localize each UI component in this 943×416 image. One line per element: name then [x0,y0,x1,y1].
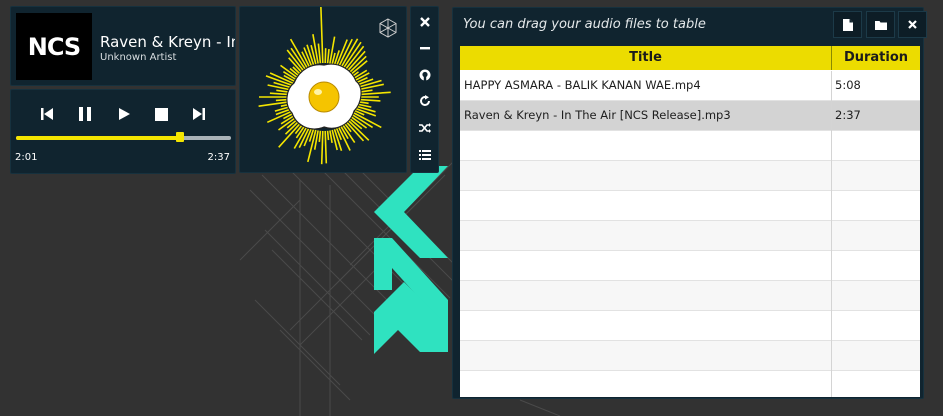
now-playing-panel: NCS Raven & Kreyn - In The Air [NCS Rele… [10,6,236,86]
visualizer-bar [324,48,327,64]
add-file-icon [842,18,853,31]
cell-duration: 5:08 [835,78,861,92]
drop-hint: You can drag your audio files to table [463,17,706,32]
visualizer-bar [317,43,322,64]
total-time: 2:37 [207,152,230,163]
clear-icon [908,20,917,29]
cell-duration [832,311,920,341]
cell-title [460,221,832,251]
add-folder-icon [874,20,887,30]
add-folder-button[interactable] [866,11,895,38]
empty-table-row [460,131,920,161]
album-art-text: NCS [27,32,81,61]
cell-title: Raven & Kreyn - In The Air [NCS Release]… [460,101,832,131]
visualizer-bar [324,130,328,164]
table-row[interactable]: Raven & Kreyn - In The Air [NCS Release]… [460,101,920,131]
cell-title: HAPPY ASMARA - BALIK KANAN WAE.mp4 [460,71,832,101]
column-header-title[interactable]: Title [460,46,832,70]
track-title: Raven & Kreyn - In The Air [NCS Release] [100,33,235,51]
empty-table-row [460,161,920,191]
clear-playlist-button[interactable] [898,11,927,38]
cell-title [460,131,832,161]
empty-table-row [460,251,920,281]
cell-duration [832,221,920,251]
hexagon-logo-icon [379,18,397,38]
side-toolbar [410,6,439,173]
next-button[interactable] [188,103,210,125]
cell-duration [832,251,920,281]
cell-title [460,281,832,311]
visualizer-bar [357,98,381,102]
empty-table-row [460,371,920,397]
visualizer-bar [318,130,322,142]
progress-fill [16,136,181,140]
audio-visualizer [258,7,397,165]
cell-title [460,251,832,281]
visualizer-bar [312,34,319,64]
github-button[interactable] [415,65,435,85]
next-icon [193,108,205,120]
playlist-panel: You can drag your audio files to table T… [452,7,927,399]
column-header-duration[interactable]: Duration [832,46,920,70]
cell-duration: 2:37 [835,108,861,122]
previous-button[interactable] [36,103,58,125]
cell-title [460,371,832,397]
repeat-button[interactable] [415,91,435,111]
visualizer-bar [326,49,330,64]
shuffle-button[interactable] [415,118,435,138]
playback-controls-panel: 2:01 2:37 [10,89,236,174]
visualizer-bar [346,121,365,142]
cell-duration [832,341,920,371]
minimize-icon [420,47,430,50]
fried-egg-image [286,63,362,130]
play-icon [119,108,130,120]
table-row[interactable]: HAPPY ASMARA - BALIK KANAN WAE.mp4 5:08 [460,71,920,101]
cell-title [460,161,832,191]
visualizer-bar [320,7,324,64]
current-time: 2:01 [15,152,38,163]
visualizer-panel [239,6,407,173]
playlist-toggle-button[interactable] [415,145,435,165]
playlist-table[interactable]: Title Duration HAPPY ASMARA - BALIK KANA… [460,46,920,397]
shuffle-icon [419,123,431,133]
cell-duration [832,191,920,221]
github-icon [419,69,431,81]
visualizer-bar [329,130,333,144]
visualizer-bar [357,91,391,96]
close-window-button[interactable] [415,12,435,32]
repeat-icon [420,95,430,106]
previous-icon [41,108,53,120]
stop-icon [154,107,168,121]
add-file-button[interactable] [833,11,862,38]
close-icon [420,17,430,27]
cell-duration [832,281,920,311]
cell-title [460,191,832,221]
empty-table-row [460,281,920,311]
cell-duration [832,371,920,397]
album-art: NCS [16,13,92,80]
table-header: Title Duration [460,46,920,70]
minimize-button[interactable] [415,38,435,58]
playlist-icon [419,150,431,160]
progress-bar[interactable] [16,132,231,142]
cell-duration [832,131,920,161]
play-button[interactable] [113,103,135,125]
empty-table-row [460,311,920,341]
pause-button[interactable] [74,103,96,125]
cell-title [460,311,832,341]
track-artist: Unknown Artist [100,52,177,63]
empty-table-row [460,191,920,221]
visualizer-bar [326,130,330,141]
progress-handle[interactable] [176,132,185,142]
cell-title [460,341,832,371]
stop-button[interactable] [150,103,172,125]
cell-duration [832,161,920,191]
empty-table-row [460,341,920,371]
pause-icon [79,107,91,121]
visualizer-bar [320,130,324,165]
empty-table-row [460,221,920,251]
